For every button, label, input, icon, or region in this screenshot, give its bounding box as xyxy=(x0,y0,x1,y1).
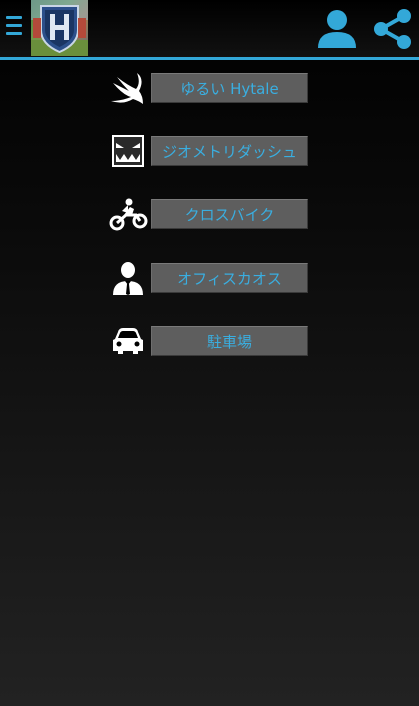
menu-item-geometry-dash[interactable]: ジオメトリダッシュ xyxy=(108,134,310,168)
menu-item-parking[interactable]: 駐車場 xyxy=(108,324,310,358)
profile-button[interactable] xyxy=(317,8,357,48)
menu-button-label: クロスバイク xyxy=(151,199,308,229)
share-icon xyxy=(374,9,411,49)
car-icon xyxy=(108,324,148,358)
share-button[interactable] xyxy=(372,8,414,50)
menu-item-yurui-hytale[interactable]: ゆるい Hytale xyxy=(108,71,310,105)
motocross-icon xyxy=(108,197,148,231)
menu-button-label: ジオメトリダッシュ xyxy=(151,136,308,166)
geometry-face-icon xyxy=(108,134,148,168)
menu-button-label: オフィスカオス xyxy=(151,263,308,293)
hamburger-icon[interactable] xyxy=(6,16,22,38)
menu-button-label: 駐車場 xyxy=(151,326,308,356)
app-bar xyxy=(0,0,419,60)
swift-bird-icon xyxy=(108,71,148,105)
businessman-icon xyxy=(108,261,148,295)
menu-button-label: ゆるい Hytale xyxy=(151,73,308,103)
hytale-logo[interactable] xyxy=(31,0,88,56)
menu-item-office-chaos[interactable]: オフィスカオス xyxy=(108,261,310,295)
person-icon xyxy=(318,10,356,48)
menu-item-cross-bike[interactable]: クロスバイク xyxy=(108,197,310,231)
